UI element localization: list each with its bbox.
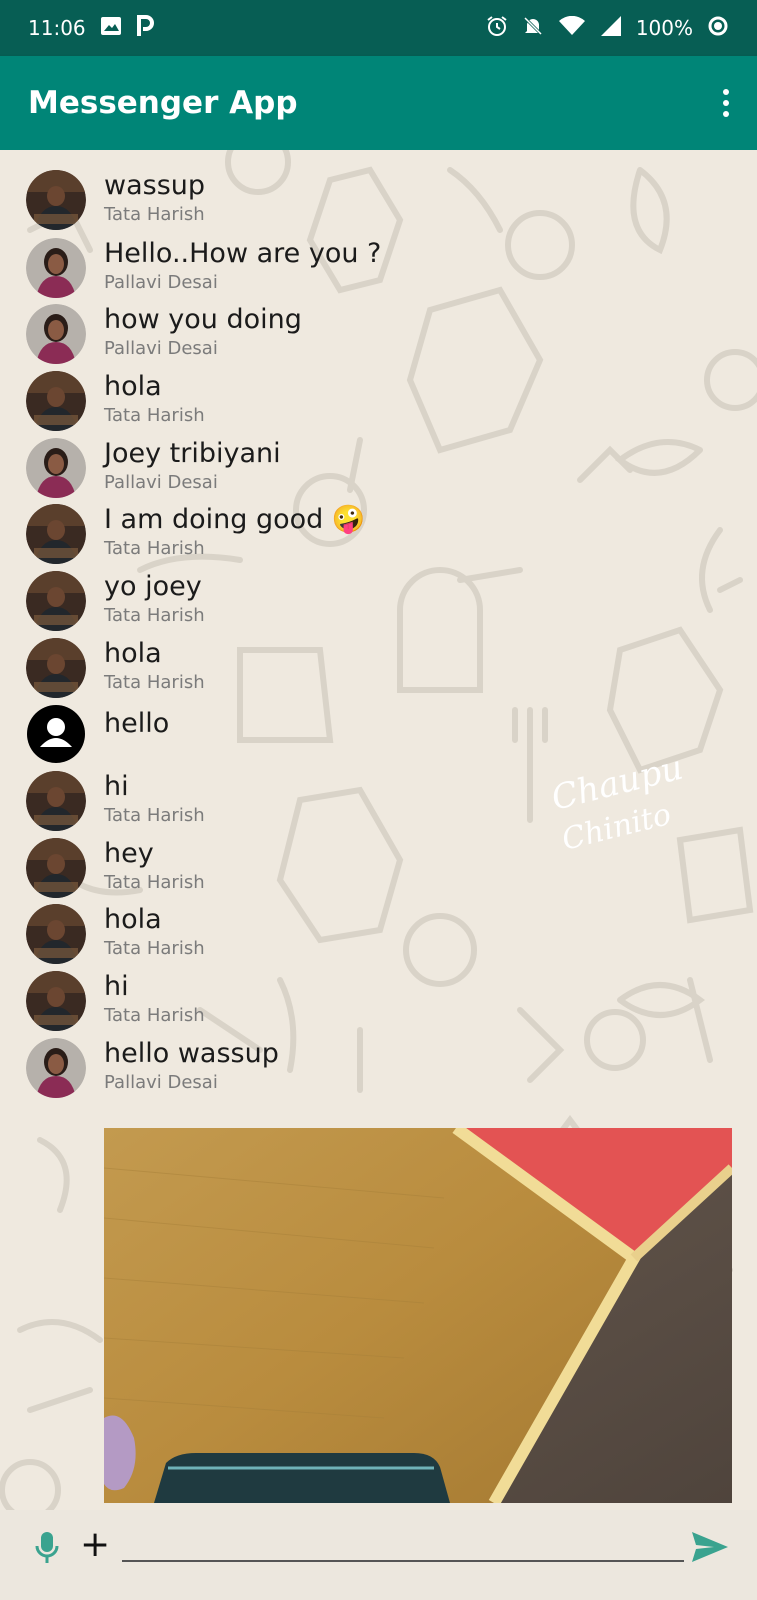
sender-name: Pallavi Desai (104, 338, 218, 359)
alarm-icon (486, 15, 508, 42)
message-content: hi Tata Harish (104, 769, 205, 827)
message-row[interactable]: I am doing good 🤪 Tata Harish (26, 502, 365, 568)
sender-name: Tata Harish (104, 672, 205, 693)
message-content: I am doing good 🤪 Tata Harish (104, 502, 365, 560)
avatar[interactable] (26, 704, 86, 764)
avatar[interactable] (26, 1038, 86, 1098)
message-row[interactable]: hola Tata Harish (26, 902, 205, 968)
input-underline (122, 1560, 684, 1562)
message-content: wassup Tata Harish (104, 168, 205, 226)
app-bar: Messenger App (0, 56, 757, 150)
message-text: how you doing (104, 304, 302, 335)
clock-time: 11:06 (28, 16, 86, 40)
sender-name: Tata Harish (104, 1005, 205, 1026)
sender-name: Tata Harish (104, 605, 205, 626)
message-text: hello (104, 708, 170, 739)
sender-name: Tata Harish (104, 405, 205, 426)
wifi-icon (558, 15, 586, 41)
avatar[interactable] (26, 371, 86, 431)
sender-name: Tata Harish (104, 872, 205, 893)
message-content: hola Tata Harish (104, 636, 205, 694)
sender-name: Pallavi Desai (104, 1072, 218, 1093)
signal-icon (600, 15, 622, 42)
message-text: hi (104, 771, 129, 802)
message-row[interactable]: hello wassup Pallavi Desai (26, 1036, 279, 1102)
chat-area[interactable]: Chaupu Chinito wassup Tata Harish Hello..H… (0, 150, 757, 1510)
avatar[interactable] (26, 838, 86, 898)
status-bar: 11:06 100% (0, 0, 757, 56)
message-text: Joey tribiyani (104, 438, 281, 469)
message-text: hi (104, 971, 129, 1002)
avatar[interactable] (26, 504, 86, 564)
message-input[interactable] (122, 1526, 688, 1560)
avatar[interactable] (26, 438, 86, 498)
sender-name: Tata Harish (104, 538, 205, 559)
send-icon[interactable] (690, 1530, 730, 1568)
message-content: hi Tata Harish (104, 969, 205, 1027)
message-row[interactable]: Hello..How are you ? Pallavi Desai (26, 236, 381, 302)
message-text: I am doing good 🤪 (104, 504, 366, 535)
message-row[interactable]: how you doing Pallavi Desai (26, 302, 302, 368)
message-text: yo joey (104, 571, 202, 602)
message-content: Hello..How are you ? Pallavi Desai (104, 236, 381, 294)
parking-icon (136, 14, 154, 42)
image-icon (100, 16, 122, 41)
message-row[interactable]: hello (26, 702, 169, 768)
message-row[interactable]: wassup Tata Harish (26, 168, 205, 234)
avatar[interactable] (26, 170, 86, 230)
message-row[interactable]: yo joey Tata Harish (26, 569, 205, 635)
sender-name: Pallavi Desai (104, 472, 218, 493)
plus-icon[interactable]: + (80, 1524, 110, 1565)
message-text: hey (104, 838, 154, 869)
avatar[interactable] (26, 771, 86, 831)
message-text: hola (104, 638, 162, 669)
more-vert-icon[interactable] (723, 83, 729, 123)
sender-name: Tata Harish (104, 805, 205, 826)
message-content: hello wassup Pallavi Desai (104, 1036, 279, 1094)
sender-name: Tata Harish (104, 204, 205, 225)
avatar[interactable] (26, 638, 86, 698)
message-content: hola Tata Harish (104, 902, 205, 960)
composer-bar: + (0, 1510, 757, 1600)
shared-photo[interactable] (104, 1128, 732, 1503)
avatar[interactable] (26, 238, 86, 298)
avatar[interactable] (26, 904, 86, 964)
message-row[interactable]: hi Tata Harish (26, 769, 205, 835)
message-content: hello (104, 702, 169, 742)
message-row[interactable]: Joey tribiyani Pallavi Desai (26, 436, 281, 502)
sender-name: Pallavi Desai (104, 272, 218, 293)
message-text: hola (104, 371, 162, 402)
message-text: hola (104, 904, 162, 935)
message-row[interactable]: hola Tata Harish (26, 369, 205, 435)
message-content: yo joey Tata Harish (104, 569, 205, 627)
message-content: hola Tata Harish (104, 369, 205, 427)
message-text: hello wassup (104, 1038, 279, 1069)
app-title: Messenger App (28, 85, 298, 121)
mic-icon[interactable] (34, 1530, 60, 1570)
message-content: Joey tribiyani Pallavi Desai (104, 436, 281, 494)
message-row[interactable]: hi Tata Harish (26, 969, 205, 1035)
message-row[interactable]: hey Tata Harish (26, 836, 205, 902)
avatar[interactable] (26, 304, 86, 364)
message-text: Hello..How are you ? (104, 238, 382, 269)
sender-name: Tata Harish (104, 938, 205, 959)
notifications-off-icon (522, 15, 544, 42)
message-content: how you doing Pallavi Desai (104, 302, 302, 360)
message-row[interactable]: hola Tata Harish (26, 636, 205, 702)
message-text: wassup (104, 170, 206, 201)
message-content: hey Tata Harish (104, 836, 205, 894)
avatar[interactable] (26, 971, 86, 1031)
battery-ring-icon (707, 15, 729, 42)
battery-level: 100% (635, 16, 693, 40)
avatar[interactable] (26, 571, 86, 631)
